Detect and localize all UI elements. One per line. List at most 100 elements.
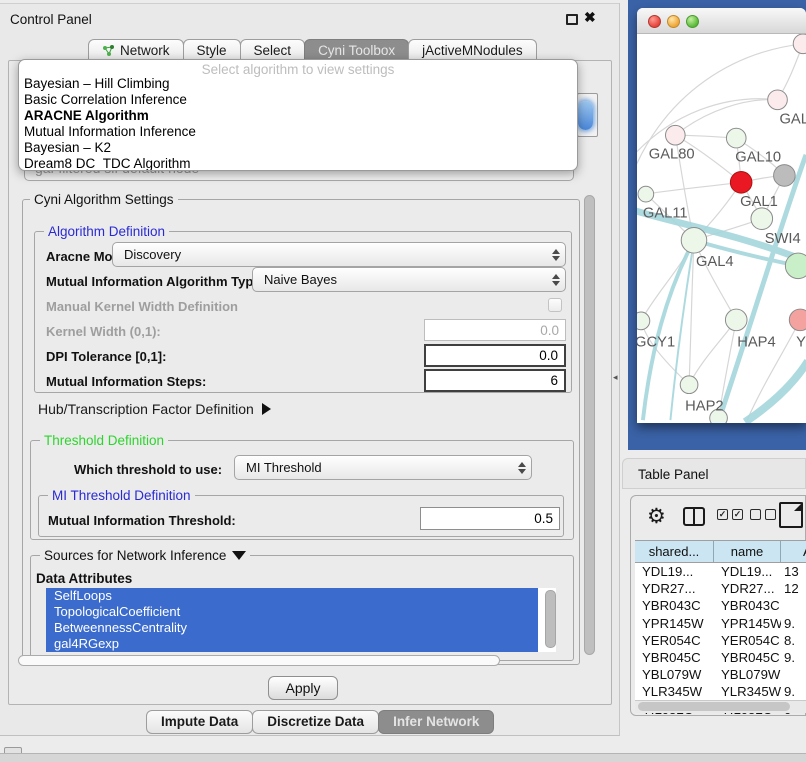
- expander-arrow-down-icon: [232, 551, 246, 560]
- cell: YBR045C: [714, 649, 781, 666]
- table-window: ⚙ ✓ ✓ shared... name A YDL19...YDL19...1…: [630, 495, 806, 716]
- mi-steps-field[interactable]: 6: [424, 369, 566, 392]
- node-gcy1[interactable]: [637, 312, 650, 330]
- network-canvas[interactable]: GAL GAL80 GAL10 GAL1 GAL11 SWI4 GAL4 GCY…: [637, 34, 806, 423]
- table-row[interactable]: YPR145WYPR145W9.: [635, 615, 806, 632]
- cell: YPR145W: [635, 615, 714, 632]
- node-hap4[interactable]: [725, 309, 747, 331]
- table-row[interactable]: YBR045CYBR045C9.: [635, 649, 806, 666]
- node-label: GAL: [779, 111, 806, 127]
- cell: YER054C: [635, 632, 714, 649]
- node-label: GAL11: [643, 206, 688, 222]
- cell: YDL19...: [635, 563, 714, 580]
- minimize-traffic-light-icon[interactable]: [667, 15, 680, 28]
- kernel-width-label: Kernel Width (0,1):: [46, 324, 161, 339]
- panel-resize-handle[interactable]: ◂: [613, 372, 618, 383]
- network-window-titlebar[interactable]: [637, 8, 806, 34]
- unchecked-checkbox-icon[interactable]: [765, 509, 776, 520]
- node-gal80[interactable]: [665, 125, 685, 145]
- dpi-tolerance-field[interactable]: 0.0: [424, 344, 566, 367]
- float-window-icon[interactable]: [566, 14, 578, 25]
- mi-type-combobox[interactable]: Naive Bayes: [252, 267, 566, 292]
- mi-threshold-group-title: MI Threshold Definition: [48, 488, 195, 503]
- checked-checkbox-icon[interactable]: ✓: [717, 509, 728, 520]
- table-horizontal-scrollbar[interactable]: [635, 700, 806, 713]
- cell: YDR27...: [635, 580, 714, 597]
- hub-definition-expander[interactable]: Hub/Transcription Factor Definition: [38, 401, 271, 417]
- unchecked-checkbox-icon[interactable]: [750, 509, 761, 520]
- cell: YBL079W: [635, 666, 714, 683]
- cell: YPR145W: [714, 615, 781, 632]
- dropdown-item-aracne[interactable]: ARACNE Algorithm: [19, 108, 577, 124]
- settings-horizontal-scrollbar[interactable]: [16, 654, 580, 668]
- column-header-partial[interactable]: A: [781, 541, 806, 562]
- mi-threshold-field[interactable]: 0.5: [420, 507, 560, 530]
- cell: 9.: [781, 615, 806, 632]
- node-swi4[interactable]: [785, 253, 806, 279]
- close-traffic-light-icon[interactable]: [648, 15, 661, 28]
- node-red-selected[interactable]: [730, 172, 752, 194]
- node[interactable]: [793, 34, 806, 54]
- node-gal1[interactable]: [751, 208, 773, 230]
- node-gal-partial[interactable]: [768, 90, 788, 110]
- column-header-name[interactable]: name: [714, 541, 781, 562]
- dropdown-item[interactable]: Mutual Information Inference: [19, 124, 577, 140]
- table-row[interactable]: YBR043CYBR043C: [635, 597, 806, 614]
- hub-definition-label: Hub/Transcription Factor Definition: [38, 401, 254, 417]
- checked-checkbox-icon[interactable]: ✓: [732, 509, 743, 520]
- cell: 13: [781, 563, 806, 580]
- settings-group-title: Cyni Algorithm Settings: [30, 192, 178, 207]
- dropdown-placeholder: Select algorithm to view settings: [19, 60, 577, 76]
- dropdown-item[interactable]: Dream8 DC_TDC Algorithm: [19, 156, 577, 171]
- settings-vertical-scrollbar[interactable]: [583, 191, 598, 665]
- sources-group-title[interactable]: Sources for Network Inference: [40, 548, 250, 563]
- attribute-item-selected[interactable]: BetweennessCentrality: [46, 620, 538, 636]
- tab-label: Select: [254, 43, 292, 58]
- cell: YBR045C: [635, 649, 714, 666]
- combo-arrows-icon: [547, 274, 565, 286]
- node-gal10[interactable]: [726, 128, 746, 148]
- aracne-mode-combobox[interactable]: Discovery: [112, 242, 566, 267]
- node-gray[interactable]: [774, 165, 796, 187]
- node-hap2[interactable]: [680, 376, 698, 394]
- node-gal4[interactable]: [681, 228, 707, 254]
- cell: 9.: [781, 683, 806, 700]
- table-row[interactable]: YBL079WYBL079W: [635, 666, 806, 683]
- dropdown-item[interactable]: Bayesian – Hill Climbing: [19, 76, 577, 92]
- mi-threshold-label: Mutual Information Threshold:: [48, 513, 236, 528]
- cell: YBR043C: [714, 597, 781, 614]
- table-toolbar: ⚙ ✓ ✓: [631, 496, 805, 540]
- node-label: GAL10: [735, 150, 781, 166]
- mi-steps-value: 6: [550, 373, 564, 388]
- zoom-traffic-light-icon[interactable]: [686, 15, 699, 28]
- dpi-tolerance-label: DPI Tolerance [0,1]:: [46, 349, 166, 364]
- column-header-shared[interactable]: shared...: [635, 541, 714, 562]
- algorithm-dropdown-list: Select algorithm to view settings Bayesi…: [18, 59, 578, 171]
- dropdown-item[interactable]: Basic Correlation Inference: [19, 92, 577, 108]
- gear-icon[interactable]: ⚙: [647, 504, 666, 529]
- algorithm-combobox-spinner[interactable]: [578, 101, 593, 130]
- kernel-width-field[interactable]: 0.0: [424, 319, 566, 341]
- table-row[interactable]: YDR27...YDR27...12: [635, 580, 806, 597]
- close-icon[interactable]: ✖: [584, 9, 596, 26]
- cell: YBR043C: [635, 597, 714, 614]
- tab-impute-data[interactable]: Impute Data: [146, 710, 253, 734]
- columns-icon[interactable]: [683, 507, 705, 526]
- which-threshold-combobox[interactable]: MI Threshold: [234, 455, 532, 480]
- node-gal11[interactable]: [638, 186, 654, 202]
- attributes-scrollbar[interactable]: [545, 590, 556, 648]
- manual-kernel-checkbox[interactable]: [548, 298, 562, 312]
- node-y-partial[interactable]: [789, 309, 806, 331]
- table-row[interactable]: YDL19...YDL19...13: [635, 563, 806, 580]
- attribute-item-selected[interactable]: SelfLoops: [46, 588, 538, 604]
- tab-infer-network[interactable]: Infer Network: [378, 710, 494, 734]
- attribute-item-selected[interactable]: gal4RGexp: [46, 636, 538, 652]
- new-table-icon[interactable]: [779, 502, 803, 528]
- cell: YLR345W: [635, 683, 714, 700]
- attribute-item-selected[interactable]: TopologicalCoefficient: [46, 604, 538, 620]
- table-row[interactable]: YLR345WYLR345W9.: [635, 683, 806, 700]
- dropdown-item[interactable]: Bayesian – K2: [19, 140, 577, 156]
- table-row[interactable]: YER054CYER054C8.: [635, 632, 806, 649]
- tab-discretize-data[interactable]: Discretize Data: [252, 710, 379, 734]
- apply-button[interactable]: Apply: [268, 676, 338, 700]
